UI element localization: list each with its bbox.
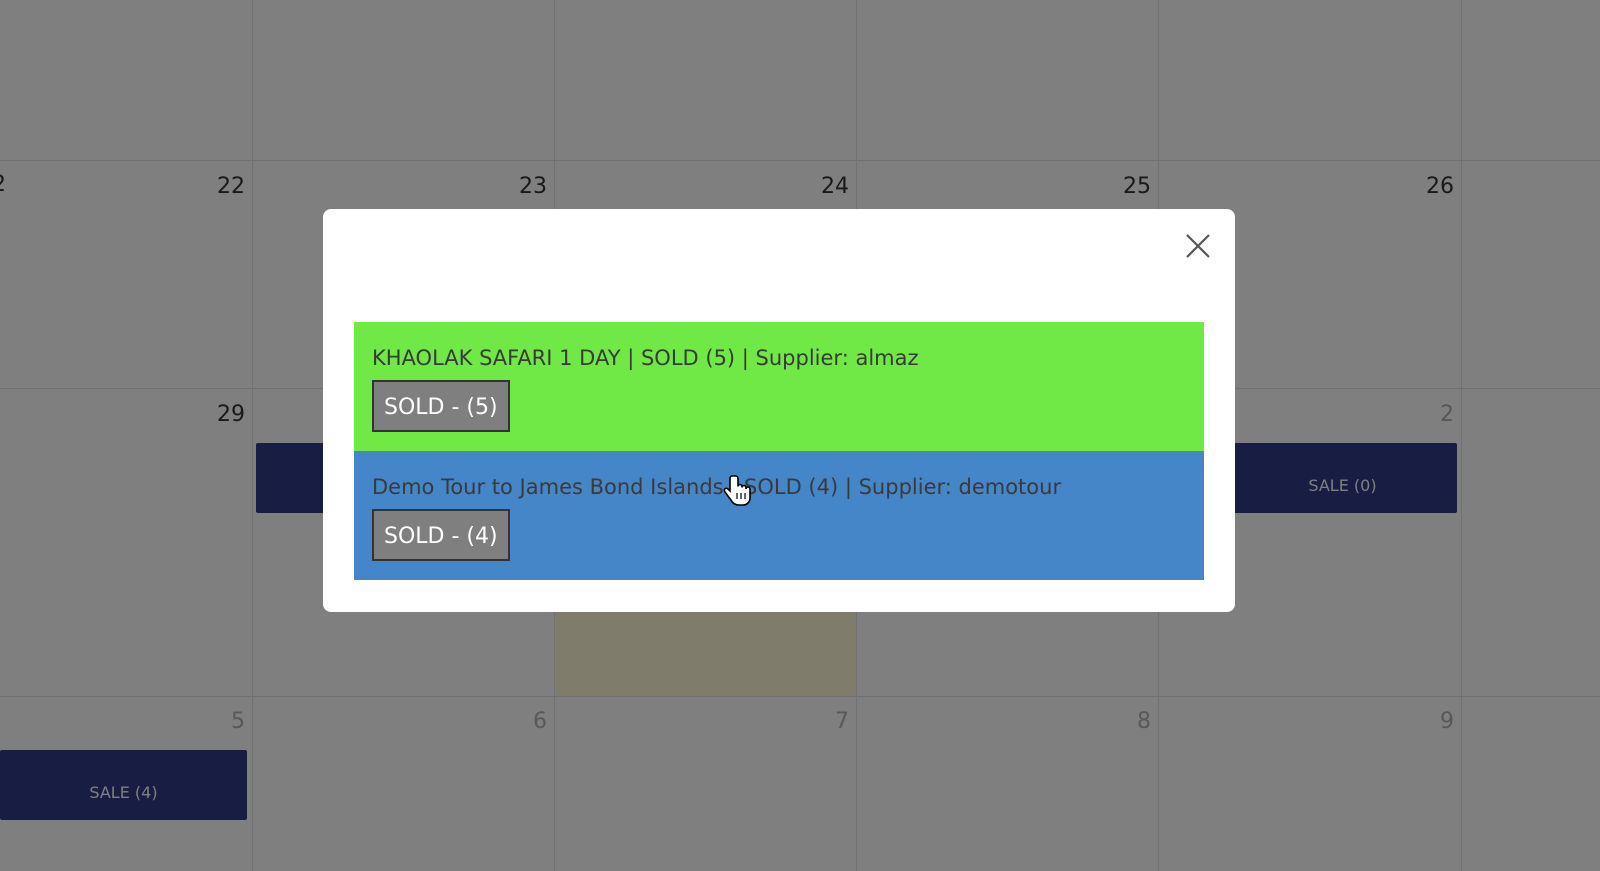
close-button[interactable] <box>1181 229 1215 263</box>
booking-title: KHAOLAK SAFARI 1 DAY | SOLD (5) | Suppli… <box>372 346 919 370</box>
hand-pointer-icon <box>723 475 751 506</box>
booking-item: Demo Tour to James Bond Islands | SOLD (… <box>354 451 1204 580</box>
booking-title: Demo Tour to James Bond Islands | SOLD (… <box>372 475 1062 499</box>
bookings-modal: KHAOLAK SAFARI 1 DAY | SOLD (5) | Suppli… <box>323 209 1235 612</box>
sold-button[interactable]: SOLD - (5) <box>372 380 510 432</box>
booking-item: KHAOLAK SAFARI 1 DAY | SOLD (5) | Suppli… <box>354 322 1204 451</box>
close-icon <box>1186 234 1210 258</box>
sold-button[interactable]: SOLD - (4) <box>372 509 510 561</box>
